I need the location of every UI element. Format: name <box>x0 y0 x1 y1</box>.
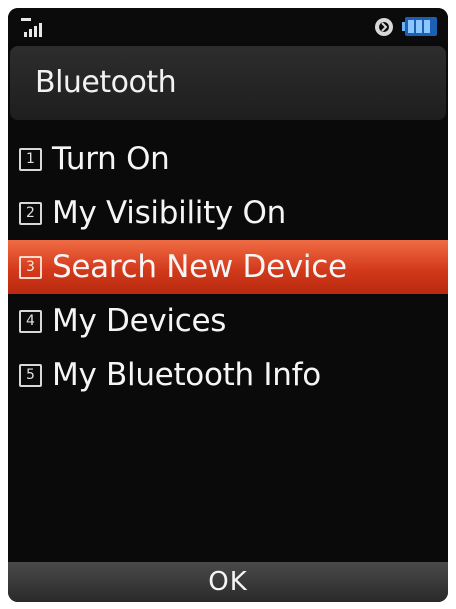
status-bar <box>8 8 448 42</box>
phone-screen: Bluetooth 1 Turn On 2 My Visibility On 3… <box>8 8 448 602</box>
menu-item-my-bluetooth-info[interactable]: 5 My Bluetooth Info <box>8 348 448 402</box>
softkey-bar: OK <box>8 562 448 602</box>
ok-softkey-button[interactable]: OK <box>208 567 248 597</box>
battery-icon <box>402 17 437 36</box>
menu-number-badge: 3 <box>19 255 42 279</box>
menu-number-badge: 5 <box>19 363 42 387</box>
title-bar: Bluetooth <box>10 46 446 120</box>
menu-item-label: Turn On <box>52 141 170 177</box>
bluetooth-sync-icon <box>375 18 393 36</box>
menu-item-search-new-device[interactable]: 3 Search New Device <box>8 240 448 294</box>
menu-number-badge: 4 <box>19 309 42 333</box>
page-title: Bluetooth <box>35 65 177 100</box>
menu-item-my-devices[interactable]: 4 My Devices <box>8 294 448 348</box>
menu-item-label: My Bluetooth Info <box>52 357 321 393</box>
signal-strength-icon <box>21 18 42 37</box>
menu-item-turn-on[interactable]: 1 Turn On <box>8 132 448 186</box>
menu-number-badge: 1 <box>19 147 42 171</box>
menu-number-badge: 2 <box>19 201 42 225</box>
menu-item-label: Search New Device <box>52 249 347 285</box>
bluetooth-menu: 1 Turn On 2 My Visibility On 3 Search Ne… <box>8 132 448 402</box>
menu-item-label: My Visibility On <box>52 195 286 231</box>
menu-item-label: My Devices <box>52 303 227 339</box>
menu-item-my-visibility-on[interactable]: 2 My Visibility On <box>8 186 448 240</box>
